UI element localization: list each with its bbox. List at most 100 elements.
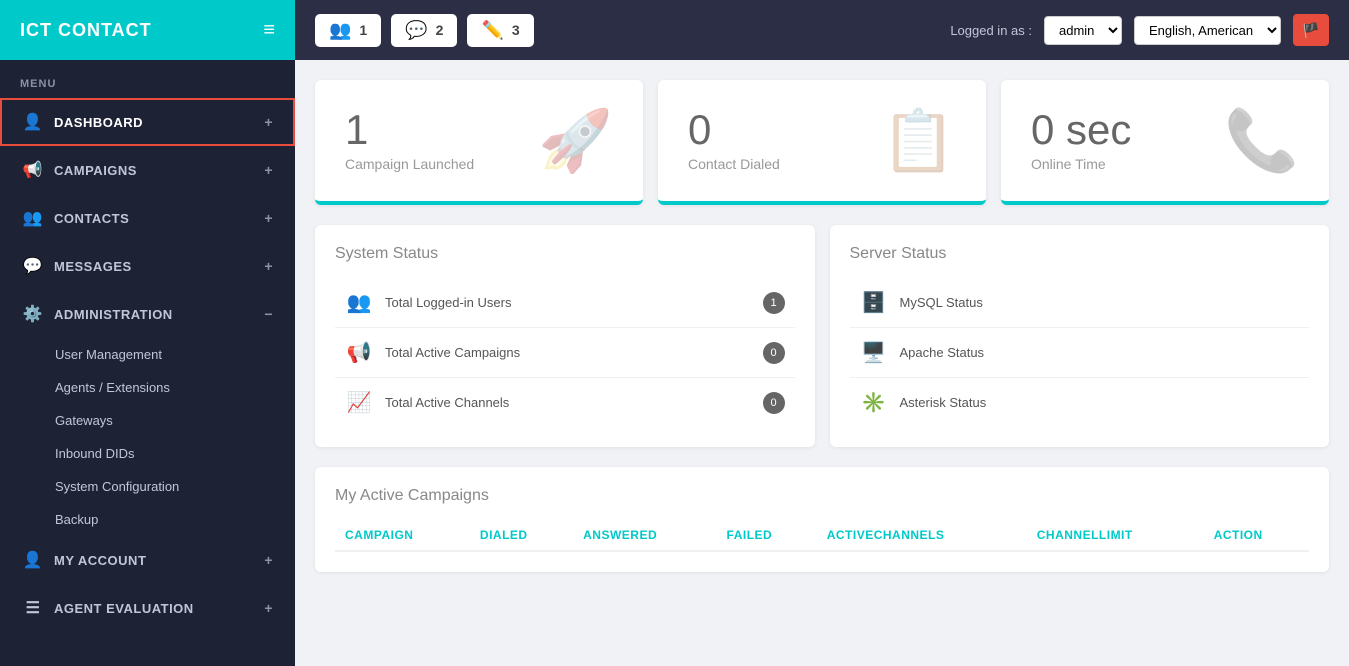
admin-select[interactable]: admin <box>1044 16 1122 45</box>
stat-text-online: 0 sec Online Time <box>1031 109 1131 172</box>
sub-user-management[interactable]: User Management <box>0 338 295 371</box>
hamburger-icon[interactable]: ≡ <box>263 19 275 42</box>
campaign-icon: 📢 <box>345 340 373 365</box>
status-panels-row: System Status 👥 Total Logged-in Users 1 … <box>315 225 1329 447</box>
contacts-icon: 👥 <box>22 208 44 228</box>
sidebar-item-contacts[interactable]: 👥 CONTACTS + <box>0 194 295 242</box>
tab-button-2[interactable]: 💬 2 <box>391 14 457 47</box>
tab-icon-2: 💬 <box>405 20 427 41</box>
messages-icon: 💬 <box>22 256 44 276</box>
stat-icon-dialed: 📋 <box>881 105 956 176</box>
stat-number-campaign: 1 <box>345 109 474 151</box>
stat-icon-online: 📞 <box>1224 105 1299 176</box>
mysql-label: MySQL Status <box>900 295 983 310</box>
campaigns-panel-title: My Active Campaigns <box>335 487 1309 505</box>
server-status-panel: Server Status 🗄️ MySQL Status 🖥️ Apache … <box>830 225 1330 447</box>
tab-icon-1: 👥 <box>329 20 351 41</box>
col-answered: ANSWERED <box>573 520 716 551</box>
sidebar-item-agent-evaluation[interactable]: ☰ AGENT EVALUATION + <box>0 584 295 632</box>
stat-label-dialed: Contact Dialed <box>688 156 780 172</box>
administration-plus: − <box>264 306 273 322</box>
administration-icon: ⚙️ <box>22 304 44 324</box>
language-select[interactable]: English, American <box>1134 16 1281 45</box>
sidebar-item-messages[interactable]: 💬 MESSAGES + <box>0 242 295 290</box>
col-activechannels: ACTIVECHANNELS <box>817 520 1027 551</box>
stat-label-campaign: Campaign Launched <box>345 156 474 172</box>
my-account-plus: + <box>264 552 273 568</box>
dashboard-icon: 👤 <box>22 112 44 132</box>
sub-inbound-dids[interactable]: Inbound DIDs <box>0 437 295 470</box>
status-active-channels: 📈 Total Active Channels 0 <box>335 378 795 427</box>
sidebar-item-label-dashboard: DASHBOARD <box>54 115 143 130</box>
status-mysql: 🗄️ MySQL Status <box>850 278 1310 328</box>
status-apache: 🖥️ Apache Status <box>850 328 1310 378</box>
brand-title: ICT CONTACT <box>20 20 152 41</box>
stat-text-dialed: 0 Contact Dialed <box>688 109 780 172</box>
campaigns-table-header: CAMPAIGN DIALED ANSWERED FAILED ACTIVECH… <box>335 520 1309 551</box>
apache-icon: 🖥️ <box>860 340 888 365</box>
contacts-plus: + <box>264 210 273 226</box>
tab-number-2: 2 <box>436 22 444 38</box>
sidebar-item-campaigns[interactable]: 📢 CAMPAIGNS + <box>0 146 295 194</box>
campaigns-panel: My Active Campaigns CAMPAIGN DIALED ANSW… <box>315 467 1329 572</box>
agent-eval-icon: ☰ <box>22 598 44 618</box>
tab-number-3: 3 <box>512 22 520 38</box>
active-campaigns-badge: 0 <box>763 342 785 364</box>
stat-card-campaign-launched: 1 Campaign Launched 🚀 <box>315 80 643 205</box>
server-status-title: Server Status <box>850 245 1310 263</box>
logged-users-label: Total Logged-in Users <box>385 295 511 310</box>
status-asterisk: ✳️ Asterisk Status <box>850 378 1310 427</box>
active-channels-label: Total Active Channels <box>385 395 509 410</box>
flag-button[interactable]: 🏴 <box>1293 14 1329 46</box>
sidebar-item-label-contacts: CONTACTS <box>54 211 129 226</box>
active-campaigns-label: Total Active Campaigns <box>385 345 520 360</box>
campaigns-table: CAMPAIGN DIALED ANSWERED FAILED ACTIVECH… <box>335 520 1309 552</box>
sidebar-brand: ICT CONTACT ≡ <box>0 0 295 60</box>
logged-users-badge: 1 <box>763 292 785 314</box>
agent-eval-plus: + <box>264 600 273 616</box>
asterisk-label: Asterisk Status <box>900 395 987 410</box>
dashboard-plus: + <box>264 114 273 130</box>
col-failed: FAILED <box>717 520 817 551</box>
sidebar-item-label-campaigns: CAMPAIGNS <box>54 163 137 178</box>
stat-icon-campaign: 🚀 <box>538 105 613 176</box>
sub-gateways[interactable]: Gateways <box>0 404 295 437</box>
menu-label: MENU <box>0 60 295 98</box>
tab-number-1: 1 <box>359 22 367 38</box>
tab-button-3[interactable]: ✏️ 3 <box>467 14 533 47</box>
logged-in-label: Logged in as : <box>950 23 1032 38</box>
sub-agents-extensions[interactable]: Agents / Extensions <box>0 371 295 404</box>
sidebar-item-dashboard[interactable]: 👤 DASHBOARD + <box>0 98 295 146</box>
channels-icon: 📈 <box>345 390 373 415</box>
col-campaign: CAMPAIGN <box>335 520 470 551</box>
asterisk-icon: ✳️ <box>860 390 888 415</box>
sidebar-item-administration[interactable]: ⚙️ ADMINISTRATION − <box>0 290 295 338</box>
sidebar-item-label-agent-evaluation: AGENT EVALUATION <box>54 601 194 616</box>
sidebar-item-label-messages: MESSAGES <box>54 259 132 274</box>
content-area: 1 Campaign Launched 🚀 0 Contact Dialed 📋… <box>295 60 1349 666</box>
messages-plus: + <box>264 258 273 274</box>
campaigns-icon: 📢 <box>22 160 44 180</box>
stat-text-campaign: 1 Campaign Launched <box>345 109 474 172</box>
tab-icon-3: ✏️ <box>481 20 503 41</box>
status-active-campaigns: 📢 Total Active Campaigns 0 <box>335 328 795 378</box>
tab-button-1[interactable]: 👥 1 <box>315 14 381 47</box>
system-status-title: System Status <box>335 245 795 263</box>
system-status-panel: System Status 👥 Total Logged-in Users 1 … <box>315 225 815 447</box>
stat-number-dialed: 0 <box>688 109 780 151</box>
stat-label-online: Online Time <box>1031 156 1131 172</box>
col-action: ACTION <box>1204 520 1309 551</box>
status-logged-users: 👥 Total Logged-in Users 1 <box>335 278 795 328</box>
campaigns-plus: + <box>264 162 273 178</box>
top-header: 👥 1 💬 2 ✏️ 3 Logged in as : admin Englis… <box>295 0 1349 60</box>
sidebar-item-my-account[interactable]: 👤 MY ACCOUNT + <box>0 536 295 584</box>
header-right: Logged in as : admin English, American 🏴 <box>950 14 1329 46</box>
apache-label: Apache Status <box>900 345 985 360</box>
my-account-icon: 👤 <box>22 550 44 570</box>
stat-card-online-time: 0 sec Online Time 📞 <box>1001 80 1329 205</box>
col-dialed: DIALED <box>470 520 573 551</box>
sub-system-configuration[interactable]: System Configuration <box>0 470 295 503</box>
sidebar-item-label-my-account: MY ACCOUNT <box>54 553 146 568</box>
col-channellimit: CHANNELLIMIT <box>1027 520 1204 551</box>
sub-backup[interactable]: Backup <box>0 503 295 536</box>
